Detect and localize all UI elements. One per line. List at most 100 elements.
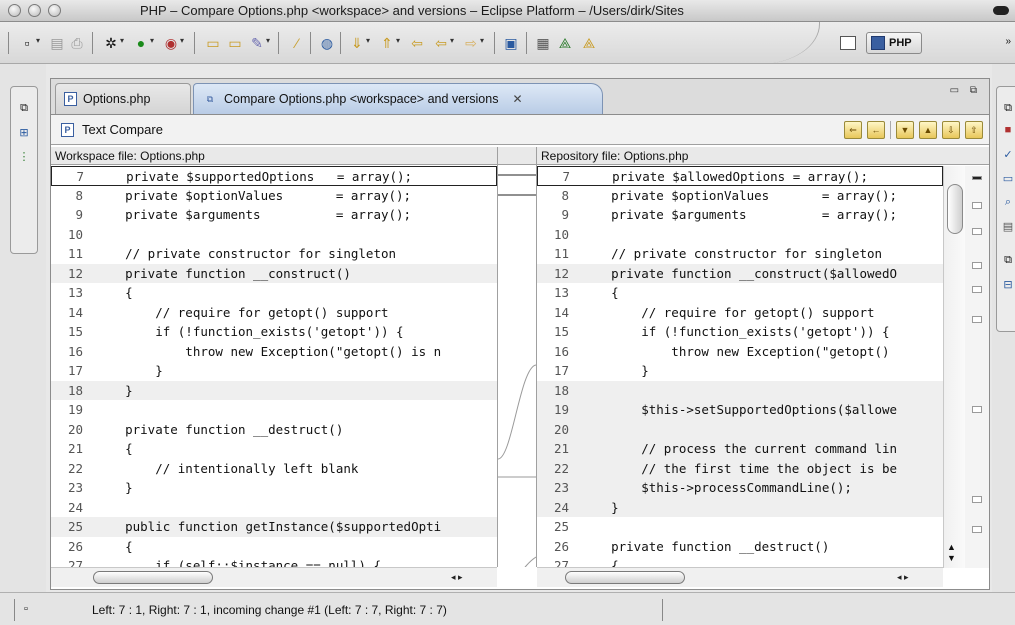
code-line[interactable]: 21 // process the current command lin: [537, 439, 943, 459]
overview-mark[interactable]: [972, 286, 982, 293]
code-line[interactable]: 17 }: [537, 361, 943, 381]
code-line[interactable]: 15 if (!function_exists('getopt')) {: [537, 322, 943, 342]
chevron-down-icon[interactable]: ▾: [266, 36, 270, 45]
next-change-icon[interactable]: ⇩: [942, 121, 960, 139]
code-line[interactable]: 17 }: [51, 361, 497, 381]
scroll-arrows[interactable]: ▲ ▼: [947, 542, 956, 564]
left-code-pane[interactable]: 7 private $supportedOptions = array(); 8 …: [51, 166, 497, 568]
code-line[interactable]: 20 private function __destruct(): [51, 420, 497, 440]
more-icon[interactable]: »: [1005, 36, 1011, 47]
previous-change-icon[interactable]: ⇧: [965, 121, 983, 139]
close-icon[interactable]: ✕: [512, 92, 522, 106]
scroll-thumb[interactable]: [947, 184, 963, 234]
code-line[interactable]: 12 private function __construct($allowed…: [537, 263, 943, 283]
chevron-down-icon[interactable]: ▾: [120, 36, 124, 45]
tab-options-php[interactable]: P Options.php: [55, 83, 191, 114]
left-horizontal-scrollbar[interactable]: ◂ ▸: [51, 567, 497, 587]
code-line[interactable]: 22 // intentionally left blank: [51, 459, 497, 479]
overview-mark[interactable]: [972, 406, 982, 413]
search-icon[interactable]: ⌕: [1001, 195, 1015, 209]
code-line[interactable]: 23 $this->processCommandLine();: [537, 478, 943, 498]
code-line[interactable]: 16 throw new Exception("getopt(): [537, 342, 943, 362]
open-project-icon[interactable]: ▭: [226, 34, 244, 52]
code-line[interactable]: 26 private function __destruct(): [537, 537, 943, 557]
copy-current-left-icon[interactable]: ←: [867, 121, 885, 139]
code-line[interactable]: 11 // private constructor for singleton: [51, 244, 497, 264]
code-line[interactable]: 18 }: [51, 380, 497, 400]
code-line[interactable]: 20: [537, 419, 943, 439]
debug-icon[interactable]: ✲: [102, 34, 120, 52]
scroll-arrows[interactable]: ◂ ▸: [451, 572, 463, 583]
prev-annotation-icon[interactable]: ⇑: [378, 34, 396, 52]
code-line[interactable]: 19: [51, 400, 497, 420]
overview-mark[interactable]: [972, 228, 982, 235]
new-icon[interactable]: ▫: [18, 34, 36, 52]
chevron-down-icon[interactable]: ▾: [150, 36, 154, 45]
minimize-maximize-buttons[interactable]: ▭ ⧉: [950, 85, 981, 96]
next-difference-icon[interactable]: ▼: [896, 121, 914, 139]
pen-icon[interactable]: ✎: [248, 34, 266, 52]
back-icon[interactable]: ⇦: [432, 34, 450, 52]
overview-mark[interactable]: [972, 202, 982, 209]
tab-compare[interactable]: ⧉ Compare Options.php <workspace> and ve…: [193, 83, 603, 114]
previous-difference-icon[interactable]: ▲: [919, 121, 937, 139]
restore-icon[interactable]: ⧉: [1001, 253, 1015, 267]
code-line[interactable]: 8 private $optionValues = array();: [51, 186, 497, 206]
code-line[interactable]: 9 private $arguments = array();: [51, 205, 497, 225]
code-line[interactable]: 10: [537, 225, 943, 245]
code-line[interactable]: 10: [51, 225, 497, 245]
chevron-down-icon[interactable]: ▾: [36, 36, 40, 45]
code-line[interactable]: 15 if (!function_exists('getopt')) {: [51, 322, 497, 342]
overview-mark[interactable]: [972, 526, 982, 533]
code-line[interactable]: 23 }: [51, 478, 497, 498]
right-code-pane[interactable]: 7 private $allowedOptions = array(); 8 pr…: [537, 166, 943, 568]
last-edit-icon[interactable]: ⇦: [408, 34, 426, 52]
open-task-icon[interactable]: ▦: [534, 34, 552, 52]
code-line[interactable]: 16 throw new Exception("getopt() is n: [51, 342, 497, 362]
brush-icon[interactable]: ⁄: [288, 34, 306, 52]
type-hierarchy-icon[interactable]: ⋮: [17, 149, 31, 163]
open-perspective-icon[interactable]: [840, 36, 856, 50]
code-line[interactable]: 25 public function getInstance($supporte…: [51, 517, 497, 537]
right-horizontal-scrollbar[interactable]: ◂ ▸: [537, 567, 943, 587]
code-line[interactable]: 21 {: [51, 439, 497, 459]
overview-mark[interactable]: [972, 262, 982, 269]
restore-icon[interactable]: ⧉: [1001, 101, 1015, 115]
code-line[interactable]: 7 private $supportedOptions = array();: [51, 166, 497, 186]
chevron-down-icon[interactable]: ▾: [450, 36, 454, 45]
copy-all-left-icon[interactable]: ⇐: [844, 121, 862, 139]
code-line[interactable]: 24: [51, 498, 497, 518]
tasks-icon[interactable]: ✓: [1001, 147, 1015, 161]
code-line[interactable]: 19 $this->setSupportedOptions($allowe: [537, 400, 943, 420]
code-line[interactable]: 12 private function __construct(): [51, 263, 497, 283]
fast-view-icon[interactable]: ▫: [24, 603, 38, 617]
restore-icon[interactable]: ⧉: [17, 101, 31, 115]
open-type-icon[interactable]: ▣: [502, 34, 520, 52]
close-window-button[interactable]: [8, 4, 21, 17]
code-line[interactable]: 13 {: [51, 283, 497, 303]
php-perspective-button[interactable]: PHP: [866, 32, 922, 54]
code-line[interactable]: 14 // require for getopt() support: [51, 303, 497, 323]
chevron-down-icon[interactable]: ▾: [396, 36, 400, 45]
minimize-window-button[interactable]: [28, 4, 41, 17]
overview-mark[interactable]: [972, 496, 982, 503]
code-line[interactable]: 8 private $optionValues = array();: [537, 186, 943, 206]
scroll-thumb[interactable]: [93, 571, 213, 584]
chevron-down-icon[interactable]: ▾: [366, 36, 370, 45]
problems-icon[interactable]: ▤: [1001, 219, 1015, 233]
code-line[interactable]: 24 }: [537, 497, 943, 517]
code-line[interactable]: 22 // the first time the object is be: [537, 458, 943, 478]
code-line[interactable]: 9 private $arguments = array();: [537, 205, 943, 225]
outline-icon[interactable]: ■: [1001, 123, 1015, 137]
toolbar-toggle-button[interactable]: [993, 6, 1009, 15]
code-line[interactable]: 11 // private constructor for singleton: [537, 244, 943, 264]
scroll-arrows[interactable]: ◂ ▸: [897, 572, 909, 583]
php-explorer-icon[interactable]: ⊞: [17, 125, 31, 139]
print-icon[interactable]: ⎙: [68, 34, 86, 52]
diff-overview-ruler[interactable]: [965, 166, 989, 568]
overview-mark[interactable]: [972, 316, 982, 323]
next-annotation-icon[interactable]: ⇓: [348, 34, 366, 52]
save-icon[interactable]: ▤: [48, 34, 66, 52]
chevron-down-icon[interactable]: ▾: [480, 36, 484, 45]
chevron-down-icon[interactable]: ▾: [180, 36, 184, 45]
